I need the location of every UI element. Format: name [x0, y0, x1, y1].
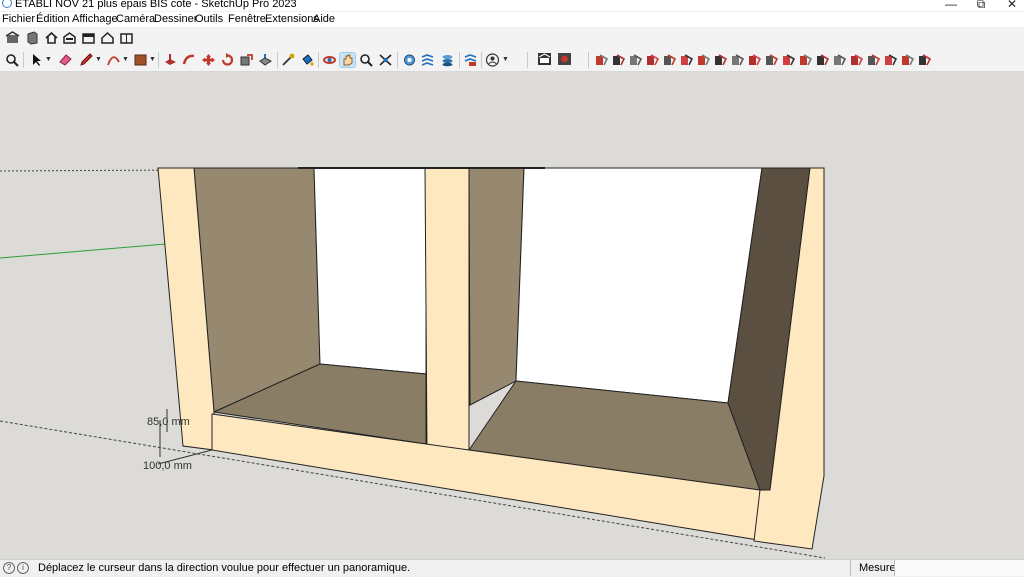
tool-d-icon[interactable]	[645, 53, 660, 67]
menu-dessiner[interactable]: Dessiner	[154, 13, 197, 25]
menu-fenetre[interactable]: Fenêtre	[228, 13, 266, 25]
toolbar-separator	[588, 52, 589, 68]
menu-aide[interactable]: Aide	[313, 13, 335, 25]
front-view-icon[interactable]	[62, 31, 77, 45]
shape-dropdown-icon[interactable]: ▼	[149, 56, 156, 63]
toolbar-separator	[527, 52, 528, 68]
dimension-label-thickness[interactable]: 85,0 mm	[147, 416, 190, 428]
tape-measure-icon[interactable]	[281, 53, 296, 67]
geo-location-icon[interactable]: ?	[3, 562, 15, 574]
toolbar-separator	[397, 52, 398, 68]
tool-g-icon[interactable]	[696, 53, 711, 67]
follow-me-icon[interactable]	[182, 53, 197, 67]
side-view-icon[interactable]	[81, 31, 96, 45]
menu-extensions[interactable]: Extensions	[265, 13, 319, 25]
section-plane-icon[interactable]	[463, 53, 478, 67]
menu-outils[interactable]: Outils	[195, 13, 223, 25]
user-icon[interactable]	[485, 53, 500, 67]
menu-edition[interactable]: Édition	[36, 13, 70, 25]
tool-s-icon[interactable]	[900, 53, 915, 67]
scale-icon[interactable]	[239, 53, 254, 67]
tool-c-icon[interactable]	[628, 53, 643, 67]
info-icon[interactable]: i	[17, 562, 29, 574]
tool-m-icon[interactable]	[798, 53, 813, 67]
pan-icon[interactable]	[339, 52, 356, 68]
extension-warehouse-icon[interactable]	[537, 52, 552, 66]
toolbar-separator	[459, 52, 460, 68]
menu-camera[interactable]: Caméra	[116, 13, 155, 25]
shape-icon[interactable]	[133, 53, 148, 67]
status-message: Déplacez le curseur dans la direction vo…	[38, 562, 411, 574]
zoom-window-icon[interactable]	[359, 53, 374, 67]
tool-h-icon[interactable]	[713, 53, 728, 67]
tool-n-icon[interactable]	[815, 53, 830, 67]
zoom-icon[interactable]	[5, 53, 20, 67]
3d-viewport[interactable]: 85,0 mm 100,0 mm	[0, 72, 1024, 559]
window-title-text: ETABLI NOV 21 plus epais BIS cote - Sket…	[15, 0, 297, 10]
select-icon[interactable]	[29, 53, 44, 67]
tool-e-icon[interactable]	[662, 53, 677, 67]
rotate-icon[interactable]	[220, 53, 235, 67]
center-partition-side	[468, 167, 525, 406]
push-pull-icon[interactable]	[163, 53, 178, 67]
left-box-back-opening	[313, 167, 427, 375]
orbit-icon[interactable]	[322, 53, 337, 67]
menu-affichage[interactable]: Affichage	[72, 13, 118, 25]
toolbar-separator	[318, 52, 319, 68]
tool-a-icon[interactable]	[594, 53, 609, 67]
tool-r-icon[interactable]	[883, 53, 898, 67]
right-box-back-opening	[515, 167, 763, 404]
tool-t-icon[interactable]	[917, 53, 932, 67]
arc-icon[interactable]	[106, 53, 121, 67]
window-title: ETABLI NOV 21 plus epais BIS cote - Sket…	[2, 0, 297, 10]
toolbar-separator	[277, 52, 278, 68]
move-icon[interactable]	[201, 53, 216, 67]
paint-bucket-icon[interactable]	[300, 53, 315, 67]
tool-q-icon[interactable]	[866, 53, 881, 67]
toolbar-separator	[158, 52, 159, 68]
tool-f-icon[interactable]	[679, 53, 694, 67]
tool-o-icon[interactable]	[832, 53, 847, 67]
close-button[interactable]: ✕	[992, 0, 1024, 11]
tool-b-icon[interactable]	[611, 53, 626, 67]
model-scene	[0, 167, 826, 559]
menu-fichier[interactable]: Fichier	[2, 13, 35, 25]
walk-icon[interactable]	[420, 53, 435, 67]
center-partition-front	[424, 167, 470, 451]
zoom-extents-icon[interactable]	[378, 53, 393, 67]
back-view-icon[interactable]	[100, 31, 115, 45]
user-dropdown-icon[interactable]: ▼	[502, 56, 509, 63]
measurements-field[interactable]	[894, 560, 1024, 576]
tool-p-icon[interactable]	[849, 53, 864, 67]
layout-icon[interactable]	[557, 52, 572, 66]
offset-icon[interactable]	[258, 53, 273, 67]
menu-bar: Fichier Édition Affichage Caméra Dessine…	[0, 12, 1024, 27]
sketchup-logo-icon	[2, 0, 12, 8]
tool-i-icon[interactable]	[730, 53, 745, 67]
tool-l-icon[interactable]	[781, 53, 796, 67]
position-camera-icon[interactable]	[402, 53, 417, 67]
tool-j-icon[interactable]	[747, 53, 762, 67]
look-around-icon[interactable]	[440, 53, 455, 67]
toolbar-separator	[481, 52, 482, 68]
dimension-label-length[interactable]: 100,0 mm	[143, 460, 192, 472]
left-view-icon[interactable]	[119, 31, 134, 45]
pencil-dropdown-icon[interactable]: ▼	[95, 56, 102, 63]
status-bar: ? i Déplacez le curseur dans la directio…	[0, 559, 1024, 576]
toolbar-row-2: ▼ ▼ ▼ ▼ ▼	[0, 49, 1024, 72]
title-bar: ETABLI NOV 21 plus epais BIS cote - Sket…	[0, 0, 1024, 11]
select-dropdown-icon[interactable]: ▼	[45, 56, 52, 63]
home-icon[interactable]	[44, 31, 59, 45]
pencil-icon[interactable]	[79, 53, 94, 67]
eraser-icon[interactable]	[58, 53, 73, 67]
component-icon[interactable]	[25, 31, 40, 45]
tool-k-icon[interactable]	[764, 53, 779, 67]
arc-dropdown-icon[interactable]: ▼	[122, 56, 129, 63]
toolbar-row-1	[0, 28, 1024, 49]
toolbar-separator	[23, 52, 24, 68]
warehouse-icon[interactable]	[5, 31, 20, 45]
